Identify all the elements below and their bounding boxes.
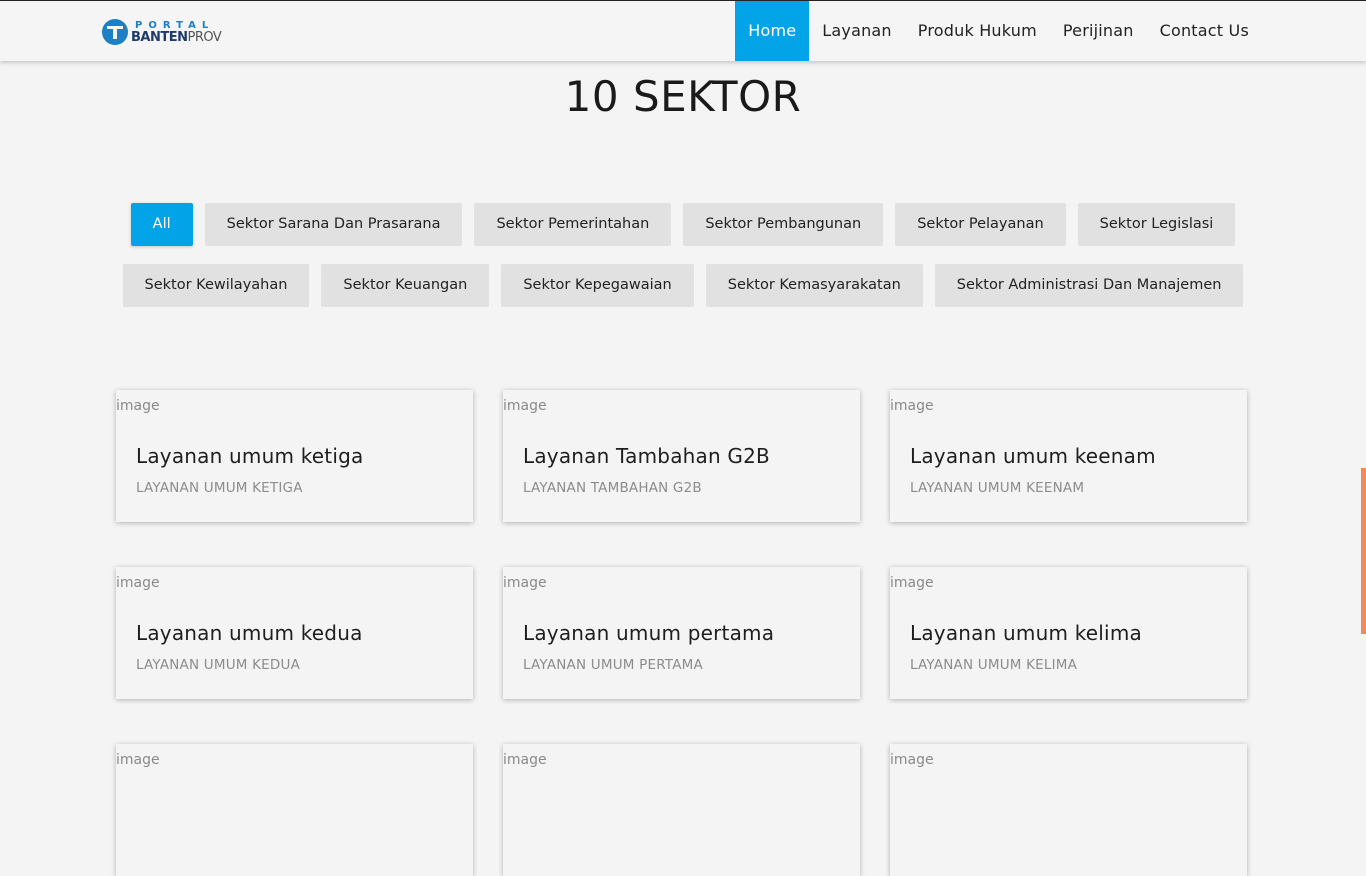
service-card[interactable]: image Layanan Tambahan G2B LAYANAN TAMBA… (503, 390, 860, 522)
card-subtitle: LAYANAN UMUM PERTAMA (523, 657, 703, 673)
card-subtitle: LAYANAN TAMBAHAN G2B (523, 480, 702, 496)
card-image-placeholder: image (503, 575, 547, 591)
card-image-placeholder: image (890, 752, 934, 768)
nav-item-layanan[interactable]: Layanan (809, 1, 904, 61)
top-navbar: PORTAL BANTENPROV Home Layanan Produk Hu… (0, 0, 1366, 61)
filter-keuangan-button[interactable]: Sektor Keuangan (321, 264, 490, 307)
card-title[interactable]: Layanan umum ketiga (136, 444, 363, 468)
card-title[interactable]: Layanan umum pertama (523, 621, 774, 645)
filter-administrasi-manajemen-button[interactable]: Sektor Administrasi Dan Manajemen (934, 264, 1244, 307)
filter-sarana-prasarana-button[interactable]: Sektor Sarana Dan Prasarana (204, 203, 463, 246)
card-title[interactable]: Layanan umum kedua (136, 621, 363, 645)
brand-bottom-bold: BANTEN (131, 29, 188, 45)
sector-filter-bar: All Sektor Sarana Dan Prasarana Sektor P… (118, 203, 1248, 307)
service-card[interactable]: image Layanan umum kelima LAYANAN UMUM K… (890, 567, 1247, 699)
service-card[interactable]: image (116, 744, 473, 876)
card-title[interactable]: Layanan umum kelima (910, 621, 1142, 645)
scrollbar-thumb[interactable] (1361, 468, 1366, 634)
card-image-placeholder: image (503, 752, 547, 768)
card-title[interactable]: Layanan Tambahan G2B (523, 444, 770, 468)
card-title[interactable]: Layanan umum keenam (910, 444, 1156, 468)
brand-bottom-text: BANTENPROV (131, 29, 222, 45)
service-card-grid: image Layanan umum ketiga LAYANAN UMUM K… (116, 390, 1247, 876)
banten-emblem-icon (102, 19, 128, 45)
card-subtitle: LAYANAN UMUM KEENAM (910, 480, 1085, 496)
portal-banten-logo[interactable]: PORTAL BANTENPROV (102, 17, 222, 47)
service-card[interactable]: image Layanan umum kedua LAYANAN UMUM KE… (116, 567, 473, 699)
card-image-placeholder: image (116, 398, 160, 414)
service-card[interactable]: image Layanan umum pertama LAYANAN UMUM … (503, 567, 860, 699)
card-subtitle: LAYANAN UMUM KETIGA (136, 480, 303, 496)
filter-kepegawaian-button[interactable]: Sektor Kepegawaian (501, 264, 694, 307)
card-image-placeholder: image (116, 575, 160, 591)
card-image-placeholder: image (890, 398, 934, 414)
service-card[interactable]: image (503, 744, 860, 876)
nav-item-perijinan[interactable]: Perijinan (1050, 1, 1147, 61)
service-card[interactable]: image (890, 744, 1247, 876)
service-card[interactable]: image Layanan umum keenam LAYANAN UMUM K… (890, 390, 1247, 522)
main-nav: Home Layanan Produk Hukum Perijinan Cont… (735, 1, 1262, 61)
nav-item-contact-us[interactable]: Contact Us (1147, 1, 1262, 61)
nav-item-produk-hukum[interactable]: Produk Hukum (905, 1, 1050, 61)
filter-kemasyarakatan-button[interactable]: Sektor Kemasyarakatan (705, 264, 923, 307)
nav-item-home[interactable]: Home (735, 1, 810, 61)
service-card[interactable]: image Layanan umum ketiga LAYANAN UMUM K… (116, 390, 473, 522)
card-image-placeholder: image (503, 398, 547, 414)
filter-pemerintahan-button[interactable]: Sektor Pemerintahan (474, 203, 672, 246)
section-title: 10 SEKTOR (564, 72, 802, 121)
filter-all-button[interactable]: All (130, 203, 193, 246)
filter-pembangunan-button[interactable]: Sektor Pembangunan (683, 203, 884, 246)
card-image-placeholder: image (116, 752, 160, 768)
filter-legislasi-button[interactable]: Sektor Legislasi (1077, 203, 1236, 246)
card-subtitle: LAYANAN UMUM KEDUA (136, 657, 301, 673)
card-image-placeholder: image (890, 575, 934, 591)
brand-bottom-light: PROV (187, 29, 222, 45)
filter-kewilayahan-button[interactable]: Sektor Kewilayahan (122, 264, 310, 307)
card-subtitle: LAYANAN UMUM KELIMA (910, 657, 1078, 673)
filter-pelayanan-button[interactable]: Sektor Pelayanan (895, 203, 1066, 246)
brand-text: PORTAL BANTENPROV (131, 20, 222, 45)
